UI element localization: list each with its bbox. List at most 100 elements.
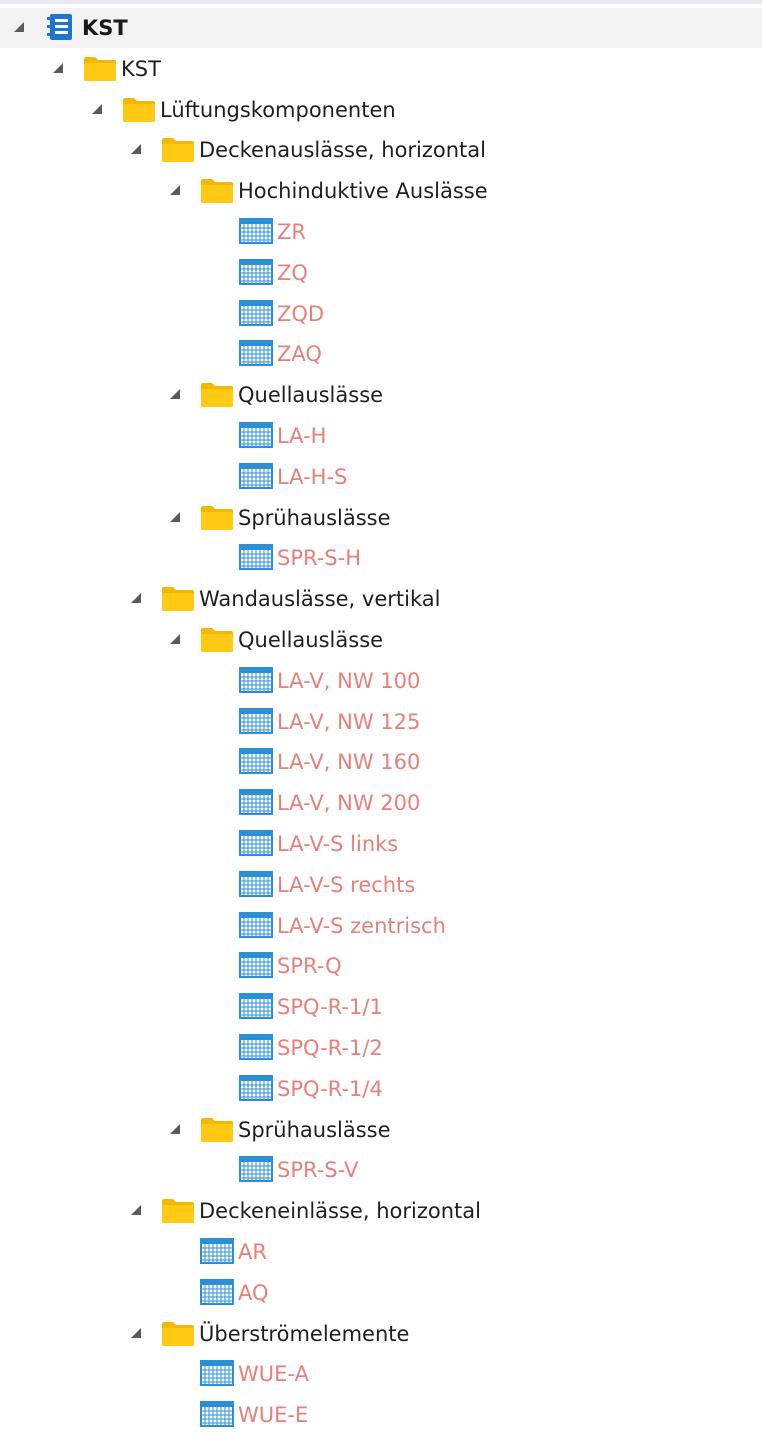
tree-row-table[interactable]: LA-V, NW 160: [0, 742, 762, 782]
tree-row-root[interactable]: KST: [0, 8, 762, 48]
tree-item-label: LA-V-S rechts: [277, 872, 416, 897]
tree-row-table[interactable]: ZQ: [0, 253, 762, 293]
tree-row-folder[interactable]: Deckenauslässe, horizontal: [0, 130, 762, 170]
tree-item-label: LA-V-S links: [277, 832, 399, 856]
tree-item-label: ZQD: [277, 301, 325, 326]
tree-item-label: Quellauslässe: [238, 628, 384, 652]
tree-row-table[interactable]: SPR-Q: [0, 946, 762, 986]
expander-icon[interactable]: [14, 22, 24, 32]
table-icon: [239, 258, 273, 286]
tree-item-label: Deckeneinlässe, horizontal: [199, 1199, 481, 1224]
expander-icon[interactable]: [170, 1123, 180, 1134]
table-icon: [239, 829, 273, 857]
tree-row-folder[interactable]: Lüftungskomponenten: [0, 90, 762, 130]
tree-item-label: SPQ-R-1/2: [277, 1036, 383, 1060]
tree-row-folder[interactable]: Deckeneinlässe, horizontal: [0, 1191, 762, 1231]
expander-icon[interactable]: [131, 593, 141, 604]
tree-row-table[interactable]: LA-V, NW 125: [0, 702, 762, 742]
tree-item-label: Lüftungskomponenten: [160, 97, 396, 122]
tree-item-label: KST: [82, 16, 128, 40]
folder-icon: [200, 625, 234, 653]
tree-item-label: LA-H-S: [277, 464, 348, 489]
table-icon: [239, 951, 273, 979]
tree-item-label: KST: [121, 56, 161, 81]
tree-row-table[interactable]: AQ: [0, 1273, 762, 1313]
tree-item-label: LA-V, NW 160: [277, 750, 421, 775]
tree-item-label: LA-V, NW 100: [277, 668, 421, 693]
tree-item-label: LA-V-S zentrisch: [277, 913, 446, 938]
table-icon: [239, 1033, 273, 1061]
tree-row-table[interactable]: AR: [0, 1232, 762, 1272]
tree-row-folder[interactable]: Hochinduktive Auslässe: [0, 171, 762, 211]
tree-row-table[interactable]: LA-V, NW 100: [0, 661, 762, 701]
tree-item-label: SPR-Q: [277, 954, 342, 979]
expander-icon[interactable]: [170, 511, 180, 522]
tree-row-table[interactable]: LA-V-S rechts: [0, 865, 762, 905]
tree-row-folder[interactable]: Sprühauslässe: [0, 1110, 762, 1150]
expander-icon[interactable]: [131, 1205, 141, 1216]
tree-row-table[interactable]: SPQ-R-1/1: [0, 987, 762, 1027]
table-icon: [239, 870, 273, 898]
folder-icon: [161, 1196, 195, 1224]
table-icon: [200, 1278, 234, 1306]
table-icon: [239, 992, 273, 1020]
tree-row-folder[interactable]: Quellauslässe: [0, 375, 762, 415]
tree-item-label: WUE-A: [238, 1362, 309, 1387]
expander-icon[interactable]: [131, 1327, 141, 1338]
table-icon: [239, 543, 273, 571]
tree-item-label: Sprühauslässe: [238, 505, 391, 530]
tree-item-label: SPQ-R-1/1: [277, 995, 383, 1020]
tree-item-label: Hochinduktive Auslässe: [238, 179, 488, 204]
tree-item-label: WUE-E: [238, 1403, 309, 1428]
tree-row-table[interactable]: LA-H-S: [0, 457, 762, 497]
tree-row-table[interactable]: SPQ-R-1/4: [0, 1069, 762, 1109]
expander-icon[interactable]: [131, 144, 141, 155]
tree-row-table[interactable]: LA-V-S zentrisch: [0, 906, 762, 946]
tree-item-label: AR: [238, 1240, 267, 1264]
tree-item-label: Wandauslässe, vertikal: [199, 587, 441, 612]
table-icon: [239, 217, 273, 245]
tree-item-label: ZQ: [277, 260, 308, 285]
tree-item-label: Deckenauslässe, horizontal: [199, 138, 486, 163]
table-icon: [239, 1155, 273, 1183]
tree-row-table[interactable]: SPR-S-H: [0, 538, 762, 578]
tree-row-table[interactable]: ZR: [0, 212, 762, 252]
table-icon: [239, 299, 273, 327]
folder-icon: [83, 54, 117, 82]
table-icon: [239, 339, 273, 367]
tree-row-table[interactable]: LA-V-S links: [0, 824, 762, 864]
tree-row-table[interactable]: SPQ-R-1/2: [0, 1028, 762, 1068]
table-icon: [239, 462, 273, 490]
top-border: [0, 0, 762, 4]
expander-icon[interactable]: [170, 185, 180, 196]
table-icon: [239, 1074, 273, 1102]
tree-item-label: Quellauslässe: [238, 383, 384, 408]
tree-row-folder[interactable]: KST: [0, 49, 762, 89]
tree-item-label: SPR-S-V: [277, 1158, 359, 1183]
table-icon: [200, 1400, 234, 1428]
table-icon: [239, 747, 273, 775]
expander-icon[interactable]: [170, 634, 180, 644]
expander-icon[interactable]: [170, 389, 180, 400]
tree-row-folder[interactable]: Überströmelemente: [0, 1314, 762, 1354]
expander-icon[interactable]: [53, 62, 63, 73]
folder-icon: [200, 176, 234, 204]
tree-row-folder[interactable]: Sprühauslässe: [0, 498, 762, 538]
expander-icon[interactable]: [92, 103, 102, 114]
tree-row-table[interactable]: LA-V, NW 200: [0, 783, 762, 823]
tree-row-table[interactable]: WUE-E: [0, 1395, 762, 1435]
tree-row-table[interactable]: ZQD: [0, 294, 762, 334]
folder-icon: [161, 135, 195, 163]
table-icon: [200, 1359, 234, 1387]
tree-row-table[interactable]: ZAQ: [0, 334, 762, 374]
table-icon: [239, 911, 273, 939]
tree-item-label: LA-H: [277, 424, 327, 448]
tree-row-folder[interactable]: Wandauslässe, vertikal: [0, 579, 762, 619]
tree-item-label: LA-V, NW 200: [277, 791, 421, 816]
tree-row-table[interactable]: SPR-S-V: [0, 1150, 762, 1190]
folder-icon: [122, 95, 156, 123]
tree-row-table[interactable]: LA-H: [0, 416, 762, 456]
tree-row-folder[interactable]: Quellauslässe: [0, 620, 762, 660]
tree-item-label: SPR-S-H: [277, 546, 362, 571]
tree-row-table[interactable]: WUE-A: [0, 1354, 762, 1394]
